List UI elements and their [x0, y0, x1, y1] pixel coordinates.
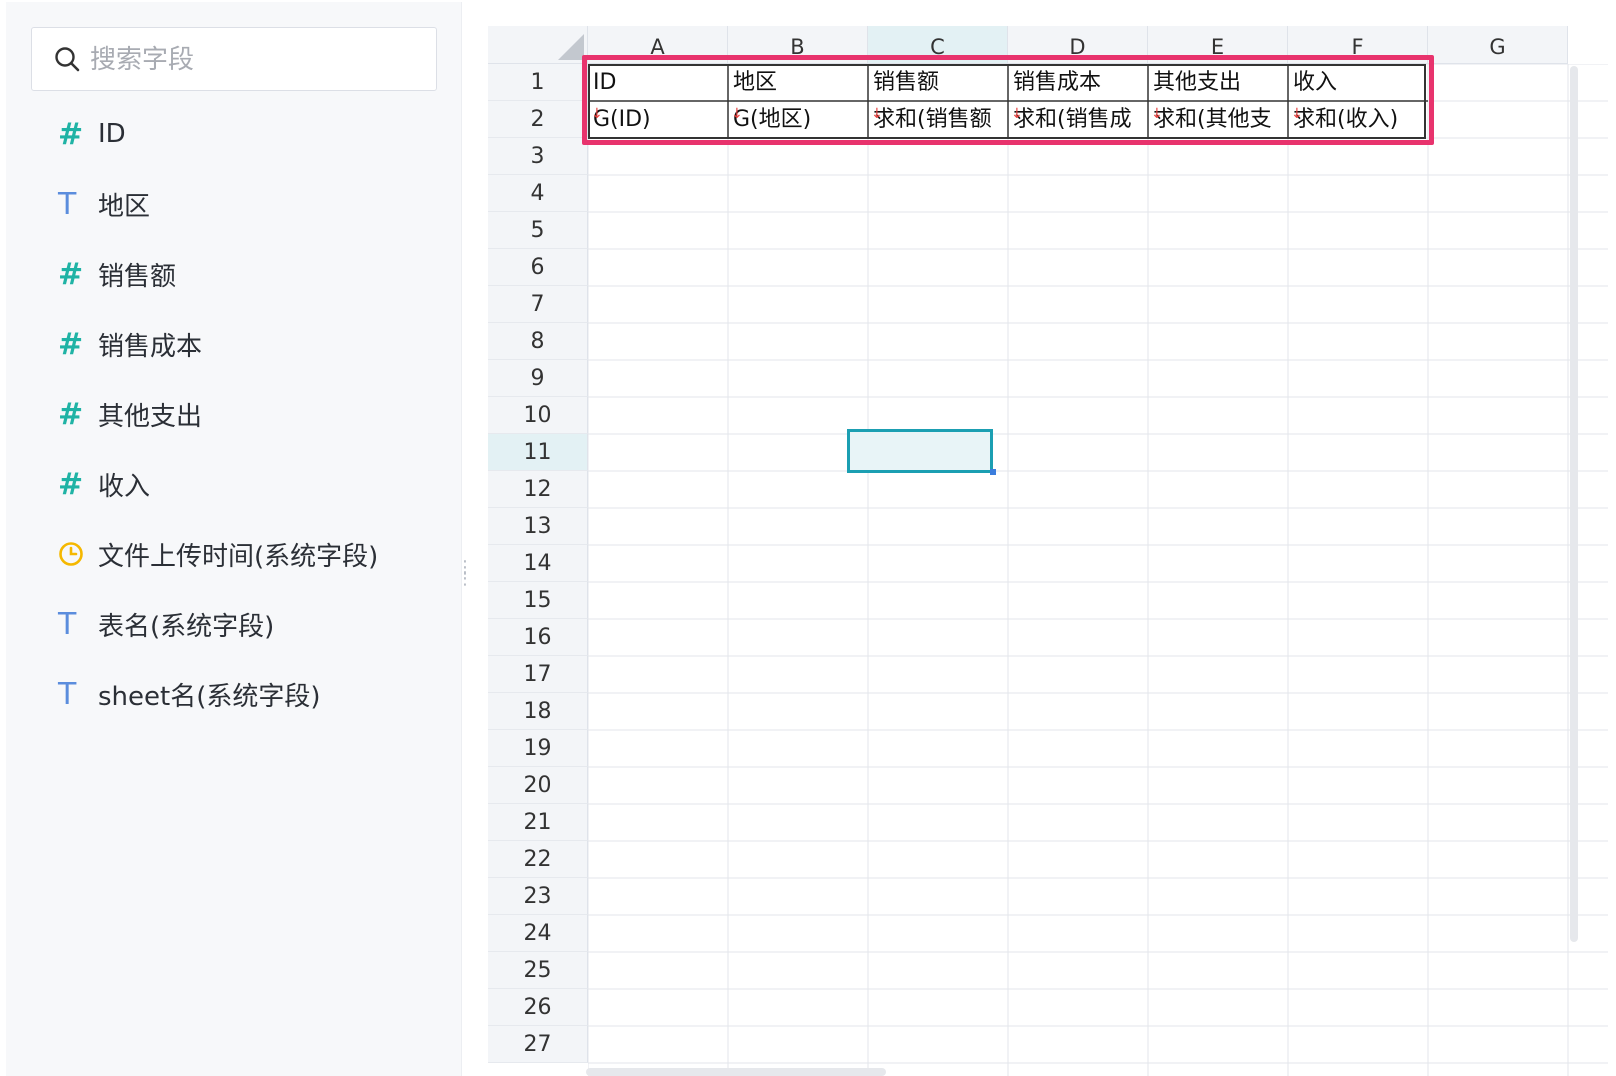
number-field-icon: # [58, 116, 84, 152]
field-label: 销售成本 [98, 331, 203, 362]
row-header[interactable]: 5 [488, 212, 588, 249]
field-item[interactable]: T 表名(系统字段) [58, 602, 448, 646]
field-item[interactable]: # 销售成本 [58, 322, 448, 366]
field-label: sheet名(系统字段) [98, 681, 321, 712]
row-header[interactable]: 1 [488, 64, 588, 101]
row-header[interactable]: 17 [488, 656, 588, 693]
field-label: ID [98, 119, 126, 149]
column-header[interactable]: G [1428, 26, 1568, 64]
field-label: 收入 [98, 471, 151, 502]
number-field-icon: # [58, 256, 84, 292]
field-panel: # ID T 地区 # 销售额 # 销售成本 # 其他支出 # 收入文件上传时间(系统字段) T 表名(系… [6, 2, 474, 1076]
row-header[interactable]: 9 [488, 360, 588, 397]
panel-resize-handle[interactable]: ⋮ ⋮ [456, 559, 474, 596]
row-header[interactable]: 21 [488, 804, 588, 841]
row-header[interactable]: 11 [488, 434, 588, 471]
row-header[interactable]: 13 [488, 508, 588, 545]
select-all-corner[interactable] [488, 26, 588, 64]
text-field-icon: T [58, 676, 77, 712]
spreadsheet-grid[interactable]: ABCDEFG 1 2 3 4 5 6 7 8 9 10 11 12 13 14 15 16 17 18 19 20 2… [488, 26, 1608, 1076]
grid-lines [588, 64, 1608, 1076]
row-header[interactable]: 7 [488, 286, 588, 323]
field-label: 其他支出 [98, 401, 203, 432]
row-header[interactable]: 14 [488, 545, 588, 582]
row-header[interactable]: 12 [488, 471, 588, 508]
row-header[interactable]: 27 [488, 1026, 588, 1063]
fill-handle[interactable] [990, 469, 996, 475]
row-header[interactable]: 10 [488, 397, 588, 434]
row-header[interactable]: 18 [488, 693, 588, 730]
field-label: 地区 [98, 191, 151, 222]
row-header[interactable]: 6 [488, 249, 588, 286]
row-header[interactable]: 15 [488, 582, 588, 619]
field-item[interactable]: T 地区 [58, 182, 448, 226]
row-header[interactable]: 4 [488, 175, 588, 212]
field-item[interactable]: 文件上传时间(系统字段) [58, 532, 448, 576]
number-field-icon: # [58, 326, 84, 362]
field-item[interactable]: # ID [58, 112, 448, 156]
search-icon [55, 47, 80, 72]
row-header[interactable]: 20 [488, 767, 588, 804]
number-field-icon: # [58, 466, 84, 502]
field-item[interactable]: # 销售额 [58, 252, 448, 296]
highlight-annotation [582, 55, 1434, 145]
row-header[interactable]: 25 [488, 952, 588, 989]
field-item[interactable]: # 收入 [58, 462, 448, 506]
row-header[interactable]: 26 [488, 989, 588, 1026]
vertical-scrollbar[interactable] [1570, 66, 1578, 942]
selected-cell[interactable] [847, 429, 993, 473]
row-header[interactable]: 2 [488, 101, 588, 138]
field-label: 销售额 [98, 261, 177, 292]
clock-icon [58, 532, 94, 576]
row-header[interactable]: 24 [488, 915, 588, 952]
field-item[interactable]: # 其他支出 [58, 392, 448, 436]
row-header[interactable]: 8 [488, 323, 588, 360]
text-field-icon: T [58, 606, 77, 642]
horizontal-scrollbar[interactable] [586, 1068, 886, 1076]
search-box[interactable] [31, 27, 437, 91]
row-header[interactable]: 3 [488, 138, 588, 175]
field-label: 表名(系统字段) [98, 611, 275, 642]
number-field-icon: # [58, 396, 84, 432]
search-input[interactable] [90, 38, 420, 82]
row-header[interactable]: 19 [488, 730, 588, 767]
text-field-icon: T [58, 186, 77, 222]
row-header[interactable]: 16 [488, 619, 588, 656]
field-item[interactable]: Tsheet名(系统字段) [58, 672, 448, 716]
row-header[interactable]: 22 [488, 841, 588, 878]
row-header[interactable]: 23 [488, 878, 588, 915]
field-label: 文件上传时间(系统字段) [98, 541, 379, 572]
